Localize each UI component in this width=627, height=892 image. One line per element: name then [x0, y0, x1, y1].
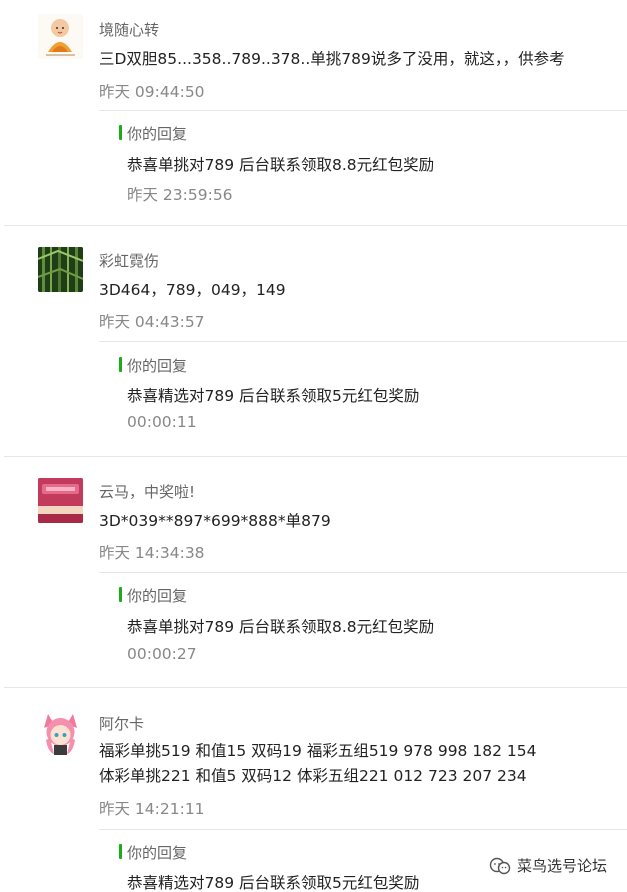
- reply-indicator: [119, 357, 122, 372]
- reply-label: 你的回复: [127, 844, 188, 862]
- avatar[interactable]: [38, 14, 83, 59]
- reply-text: 恭喜精选对789 后台联系领取5元红包奖励: [127, 387, 420, 405]
- divider: [99, 829, 627, 830]
- comment-time: 昨天 04:43:57: [99, 313, 205, 331]
- avatar[interactable]: [38, 247, 83, 292]
- comment-item: 云马，中奖啦! 3D*039**897*699*888*单879 昨天 14:3…: [0, 457, 627, 687]
- watermark-text: 菜鸟选号论坛: [516, 857, 607, 875]
- watermark: 菜鸟选号论坛: [489, 855, 607, 876]
- reply-time: 00:00:27: [127, 645, 197, 663]
- comment-time: 昨天 14:34:38: [99, 544, 205, 562]
- divider: [99, 110, 627, 111]
- reply-label: 你的回复: [127, 357, 188, 375]
- comment-content: 3D*039**897*699*888*单879: [99, 512, 331, 530]
- reply-time: 昨天 23:59:56: [127, 186, 233, 204]
- comment-content: 三D双胆85...358..789..378..单挑789说多了没用，就这，，供…: [99, 50, 565, 68]
- comment-item: 彩虹霓伤 3D464，789，049，149 昨天 04:43:57 你的回复 …: [0, 226, 627, 457]
- reply-label: 你的回复: [127, 125, 188, 143]
- reply-label: 你的回复: [127, 587, 188, 605]
- comment-nickname: 境随心转: [99, 21, 160, 39]
- bamboo-avatar-icon: [38, 247, 83, 292]
- wechat-official-account-icon: [489, 857, 511, 874]
- reply-indicator: [119, 587, 122, 602]
- red-card-avatar-icon: [38, 478, 83, 523]
- comment-time: 昨天 14:21:11: [99, 800, 205, 818]
- avatar[interactable]: [38, 478, 83, 523]
- anime-girl-avatar-icon: [38, 710, 83, 755]
- comment-nickname: 阿尔卡: [99, 715, 145, 733]
- comment-item: 境随心转 三D双胆85...358..789..378..单挑789说多了没用，…: [0, 0, 627, 226]
- reply-text: 恭喜单挑对789 后台联系领取8.8元红包奖励: [127, 156, 435, 174]
- comment-time: 昨天 09:44:50: [99, 83, 205, 101]
- comment-content: 3D464，789，049，149: [99, 281, 286, 299]
- reply-text: 恭喜单挑对789 后台联系领取8.8元红包奖励: [127, 618, 435, 636]
- reply-indicator: [119, 125, 122, 140]
- reply-indicator: [119, 844, 122, 859]
- comment-content-line: 体彩单挑221 和值5 双码12 体彩五组221 012 723 207 234: [99, 767, 527, 785]
- reply-text: 恭喜精选对789 后台联系领取5元红包奖励: [127, 874, 420, 892]
- comment-nickname: 云马，中奖啦!: [99, 483, 196, 501]
- avatar[interactable]: [38, 710, 83, 755]
- comment-nickname: 彩虹霓伤: [99, 252, 160, 270]
- divider: [99, 341, 627, 342]
- monk-avatar-icon: [38, 14, 83, 59]
- divider: [99, 572, 627, 573]
- comment-content-line: 福彩单挑519 和值15 双码19 福彩五组519 978 998 182 15…: [99, 742, 537, 760]
- reply-time: 00:00:11: [127, 413, 197, 431]
- comment-list-page: 境随心转 三D双胆85...358..789..378..单挑789说多了没用，…: [0, 0, 627, 892]
